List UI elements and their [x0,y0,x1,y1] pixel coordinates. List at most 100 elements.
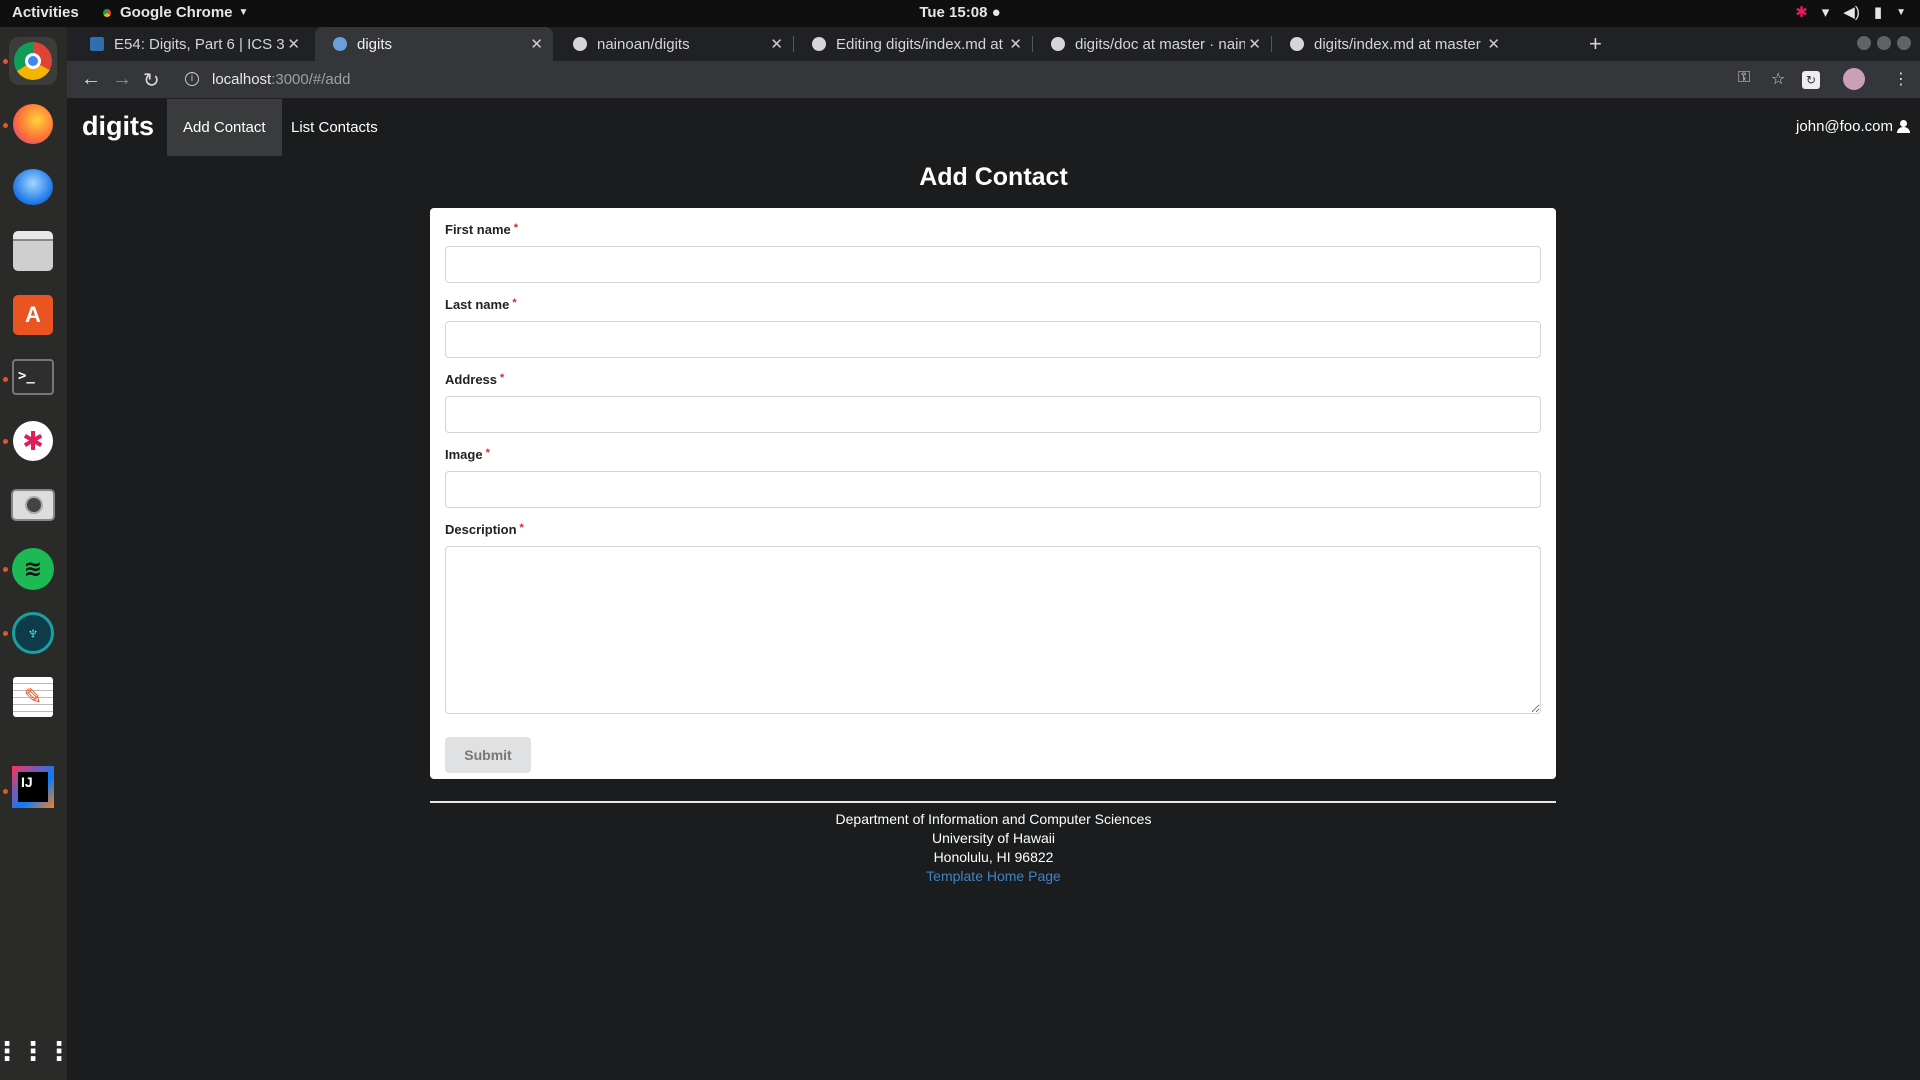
back-icon[interactable]: ← [81,68,101,91]
system-menu-caret-icon[interactable]: ▼ [1896,7,1906,18]
browser-tab[interactable]: nainoan/digits ✕ [555,27,793,61]
address-label-text: Address [445,372,498,387]
footer-address: Honolulu, HI 96822 [933,849,1054,865]
description-label-text: Description [445,522,517,537]
browser-tab[interactable]: E54: Digits, Part 6 | ICS 314 ✕ [72,27,310,61]
close-tab-icon[interactable]: ✕ [1009,35,1022,53]
caret-down-icon: ▼ [238,7,249,18]
new-tab-icon[interactable]: + [1589,31,1602,57]
nav-add-contact[interactable]: Add Contact [167,99,282,156]
firefox-icon[interactable] [9,100,57,148]
gitkraken-icon[interactable]: ♆ [9,609,57,657]
camera-icon[interactable] [9,481,57,529]
chrome-small-icon [100,5,114,20]
first-name-label: First name * [445,222,518,237]
terminal-icon[interactable]: >_ [9,353,57,401]
last-name-label: Last name * [445,297,517,312]
submit-button[interactable]: Submit [445,737,531,773]
image-label-text: Image [445,447,483,462]
system-top-bar: Activities Google Chrome ▼ Tue 15:08 ● ✱… [0,0,1920,27]
dock: A >_ ✱ ≋ ♆ ✎ IJ ⋮⋮⋮ [0,27,72,1080]
browser-tab[interactable]: digits/index.md at master ✕ [1272,27,1510,61]
user-menu[interactable]: john@foo.com [1796,118,1910,135]
image-field[interactable] [445,471,1541,508]
tab-title: E54: Digits, Part 6 | ICS 314 [114,35,284,53]
close-tab-icon[interactable]: ✕ [770,35,783,53]
close-tab-icon[interactable]: ✕ [530,35,543,53]
browser-tab[interactable]: digits/doc at master · nainoan ✕ [1033,27,1271,61]
description-textarea[interactable] [445,546,1541,714]
text-editor-icon[interactable]: ✎ [9,673,57,721]
required-marker: * [512,297,517,309]
running-indicator [3,789,8,794]
bookmark-star-icon[interactable]: ☆ [1771,69,1785,89]
wifi-icon[interactable]: ▾ [1822,3,1830,21]
brand-logo[interactable]: digits [82,111,154,142]
activities-button[interactable]: Activities [12,4,79,21]
github-icon [1051,37,1065,51]
intellij-icon[interactable]: IJ [9,763,57,811]
slack-tray-icon[interactable]: ✱ [1795,3,1808,21]
close-window-icon[interactable] [1897,36,1911,50]
chrome-icon[interactable] [9,37,57,85]
running-indicator [3,631,8,636]
url-host: localhost [212,71,272,88]
forward-icon[interactable]: → [112,68,132,91]
close-tab-icon[interactable]: ✕ [287,35,300,53]
profile-avatar[interactable] [1843,68,1865,90]
page-title: Add Contact [919,163,1068,191]
running-indicator [3,439,8,444]
tab-favicon-icon [333,37,347,51]
nav-list-contacts[interactable]: List Contacts [275,99,394,156]
tab-title: Editing digits/index.md at master [836,35,1006,53]
last-name-field[interactable] [445,321,1541,358]
files-icon[interactable] [9,227,57,275]
last-name-label-text: Last name [445,297,510,312]
app-navbar: digits Add Contact List Contacts john@fo… [67,99,1920,156]
tab-title: digits [357,35,393,53]
required-marker: * [519,522,524,534]
browser-tab[interactable]: Editing digits/index.md at master ✕ [794,27,1032,61]
spotify-icon[interactable]: ≋ [9,545,57,593]
required-marker: * [485,447,490,459]
show-apps-icon[interactable]: ⋮⋮⋮ [0,1027,72,1075]
running-indicator [3,567,8,572]
address-field[interactable] [445,396,1541,433]
user-email: john@foo.com [1796,118,1893,135]
extension-icon[interactable]: ↻ [1802,71,1820,89]
address-bar[interactable]: i localhost:3000/#/add [177,65,1777,95]
close-tab-icon[interactable]: ✕ [1487,35,1500,53]
url-text: localhost:3000/#/add [212,71,350,88]
first-name-field[interactable] [445,246,1541,283]
description-label: Description * [445,522,524,537]
footer-university: University of Hawaii [932,830,1055,846]
user-icon [1897,120,1910,133]
maximize-window-icon[interactable] [1877,36,1891,50]
running-indicator [3,377,8,382]
template-home-link[interactable]: Template Home Page [67,867,1920,886]
chrome-menu-icon[interactable]: ⋮ [1893,69,1909,89]
footer: Department of Information and Computer S… [67,810,1920,886]
key-icon[interactable]: ⚿ [1738,69,1750,87]
tab-title: digits/doc at master · nainoan [1075,35,1245,53]
volume-icon[interactable]: ◀) [1843,3,1860,21]
software-icon[interactable]: A [9,291,57,339]
site-info-icon[interactable]: i [185,72,199,86]
clock-text[interactable]: Tue 15:08 [919,4,987,21]
battery-icon[interactable]: ▮ [1874,3,1882,21]
tab-title: digits/index.md at master [1314,35,1481,53]
thunderbird-icon[interactable] [9,163,57,211]
github-icon [812,37,826,51]
close-tab-icon[interactable]: ✕ [1248,35,1261,53]
browser-tab-strip: E54: Digits, Part 6 | ICS 314 ✕ digits ✕… [67,27,1920,61]
browser-toolbar: ← → ↻ i localhost:3000/#/add ⚿ ☆ ↻ ⋮ [67,61,1920,99]
system-tray: ✱ ▾ ◀) ▮ ▼ [1795,3,1906,21]
address-label: Address * [445,372,504,387]
github-icon [573,37,587,51]
app-menu[interactable]: Google Chrome ▼ [100,4,248,21]
tab-favicon-icon [90,37,104,51]
browser-tab-active[interactable]: digits ✕ [315,27,553,61]
slack-icon[interactable]: ✱ [9,417,57,465]
minimize-window-icon[interactable] [1857,36,1871,50]
reload-icon[interactable]: ↻ [143,68,160,93]
